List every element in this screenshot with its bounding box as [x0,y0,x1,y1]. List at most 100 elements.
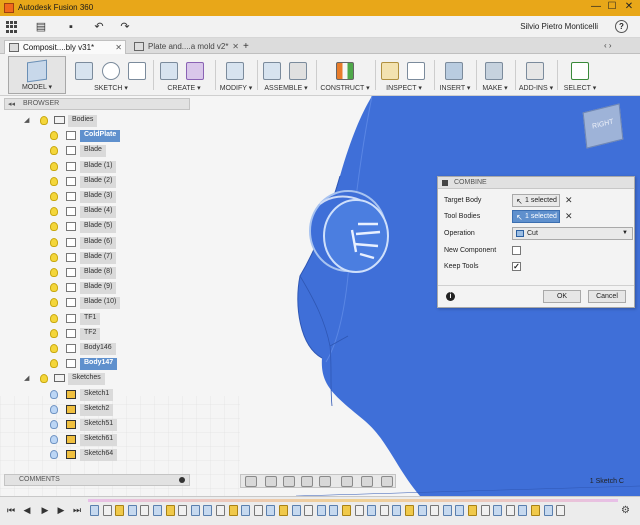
timeline-track[interactable] [88,499,618,502]
timeline-feature-icon[interactable] [102,505,112,516]
timeline-feature-icon[interactable] [556,505,566,516]
timeline-feature-icon[interactable] [417,505,427,516]
insert-image-icon[interactable] [445,62,463,80]
timeline-feature-icon[interactable] [291,505,301,516]
browser-body-item[interactable]: Blade (4) [50,205,184,219]
timeline-back-icon[interactable]: ◀ [22,505,32,516]
visibility-bulb-icon[interactable] [50,404,58,414]
rectangle-icon[interactable] [128,62,146,80]
timeline-feature-icon[interactable] [241,505,251,516]
visibility-bulb-icon[interactable] [50,359,58,369]
browser-body-item[interactable]: Blade (6) [50,236,184,249]
visibility-bulb-icon[interactable] [50,237,58,247]
operation-dropdown[interactable]: Cut ▼ [512,227,633,240]
visibility-bulb-icon[interactable] [40,374,48,384]
visibility-bulb-icon[interactable] [50,298,58,308]
timeline-feature-icon[interactable] [266,505,276,516]
timeline-feature-icon[interactable] [430,505,440,516]
browser-body-item[interactable]: TF1 [50,312,184,325]
visibility-bulb-icon[interactable] [50,283,58,293]
timeline-feature-icon[interactable] [304,505,314,516]
timeline-feature-icon[interactable] [203,505,213,516]
timeline-feature-icon[interactable] [165,505,175,516]
scripts-icon[interactable] [526,62,544,80]
visibility-bulb-icon[interactable] [50,131,58,141]
visibility-bulb-icon[interactable] [40,116,48,125]
browser-body-item[interactable]: Body147 [50,357,184,371]
zoom-icon[interactable] [301,476,313,487]
timeline-feature-icon[interactable] [279,505,288,516]
browser-sketch-item[interactable]: Sketch51 [50,418,184,431]
grid-settings-icon[interactable] [361,476,373,487]
sketches-folder[interactable]: ◢ Sketches [24,372,184,386]
timeline-feature-icon[interactable] [127,505,137,516]
select-arrow-icon[interactable] [571,62,589,80]
browser-sketch-item[interactable]: Sketch61 [50,433,184,447]
expand-arrow-icon[interactable]: ◢ [24,116,29,124]
timeline-feature-icon[interactable] [178,505,188,516]
offset-plane-icon[interactable] [336,62,354,80]
construct-group[interactable]: CONSTRUCT ▾ [319,56,371,94]
timeline-end-icon[interactable]: ⏭ [72,505,82,516]
tab-plate-and-mold[interactable]: Plate and....a mold v2* ✕ [130,40,242,54]
visibility-bulb-icon[interactable] [50,389,58,399]
browser-body-item[interactable]: Blade (3) [50,190,184,203]
visibility-bulb-icon[interactable] [50,161,58,171]
timeline-feature-icon[interactable] [531,505,540,516]
workspace-model-button[interactable]: MODEL ▾ [8,56,66,94]
cancel-button[interactable]: Cancel [588,290,626,303]
timeline-feature-icon[interactable] [405,505,414,516]
target-body-selector[interactable]: ↖ 1 selected [512,194,560,207]
browser-body-item[interactable]: Blade [50,144,184,158]
visibility-bulb-icon[interactable] [50,435,58,445]
browser-body-item[interactable]: Body146 [50,342,184,355]
sketch-group[interactable]: SKETCH ▾ [72,56,150,94]
viewports-icon[interactable] [381,476,393,487]
inspect-group[interactable]: INSPECT ▾ [378,56,430,94]
browser-body-item[interactable]: Blade (7) [50,251,184,264]
file-menu-icon[interactable]: ▤ [34,20,48,34]
undo-icon[interactable]: ↶ [92,20,106,34]
new-component-icon[interactable] [263,62,281,80]
visibility-bulb-icon[interactable] [50,450,58,460]
timeline-feature-icon[interactable] [455,505,465,516]
browser-body-item[interactable]: Blade (5) [50,220,184,234]
section-analysis-icon[interactable] [407,62,425,80]
timeline-feature-icon[interactable] [342,505,351,516]
timeline-feature-icon[interactable] [367,505,377,516]
timeline-feature-icon[interactable] [392,505,402,516]
create-sketch-icon[interactable] [75,62,93,80]
timeline-feature-icon[interactable] [379,505,389,516]
browser-body-item[interactable]: ColdPlate [50,129,184,143]
clear-tool-bodies-icon[interactable]: ✕ [565,211,573,222]
timeline-feature-icon[interactable] [115,505,125,516]
new-tab-icon[interactable]: + [243,41,249,52]
timeline-feature-icon[interactable] [354,505,364,516]
form-icon[interactable] [186,62,204,80]
insert-group[interactable]: INSERT ▾ [437,56,473,94]
visibility-bulb-icon[interactable] [50,313,58,323]
keep-tools-checkbox[interactable]: ✓ [512,262,521,271]
visibility-bulb-icon[interactable] [50,268,58,277]
timeline-feature-icon[interactable] [228,505,238,516]
visibility-bulb-icon[interactable] [50,344,58,353]
visibility-bulb-icon[interactable] [50,328,58,338]
measure-icon[interactable] [381,62,399,80]
help-icon[interactable]: ? [615,20,628,33]
timeline-feature-icon[interactable] [493,505,503,516]
visibility-bulb-icon[interactable] [50,207,58,217]
timeline-play-icon[interactable]: ▶ [40,505,50,516]
save-icon[interactable]: ▪ [64,20,78,34]
3d-print-icon[interactable] [485,62,503,80]
maximize-button[interactable]: ☐ [606,1,618,13]
timeline-forward-icon[interactable]: ▶ [56,505,66,516]
close-button[interactable]: ✕ [623,1,635,13]
timeline-feature-icon[interactable] [505,505,515,516]
browser-sketch-item[interactable]: Sketch64 [50,448,184,462]
timeline-feature-icon[interactable] [153,505,162,516]
add-ins-group[interactable]: ADD-INS ▾ [518,56,554,94]
timeline-feature-icon[interactable] [316,505,326,516]
new-component-checkbox[interactable] [512,246,521,255]
browser-body-item[interactable]: Blade (8) [50,266,184,279]
timeline-feature-icon[interactable] [190,505,200,516]
